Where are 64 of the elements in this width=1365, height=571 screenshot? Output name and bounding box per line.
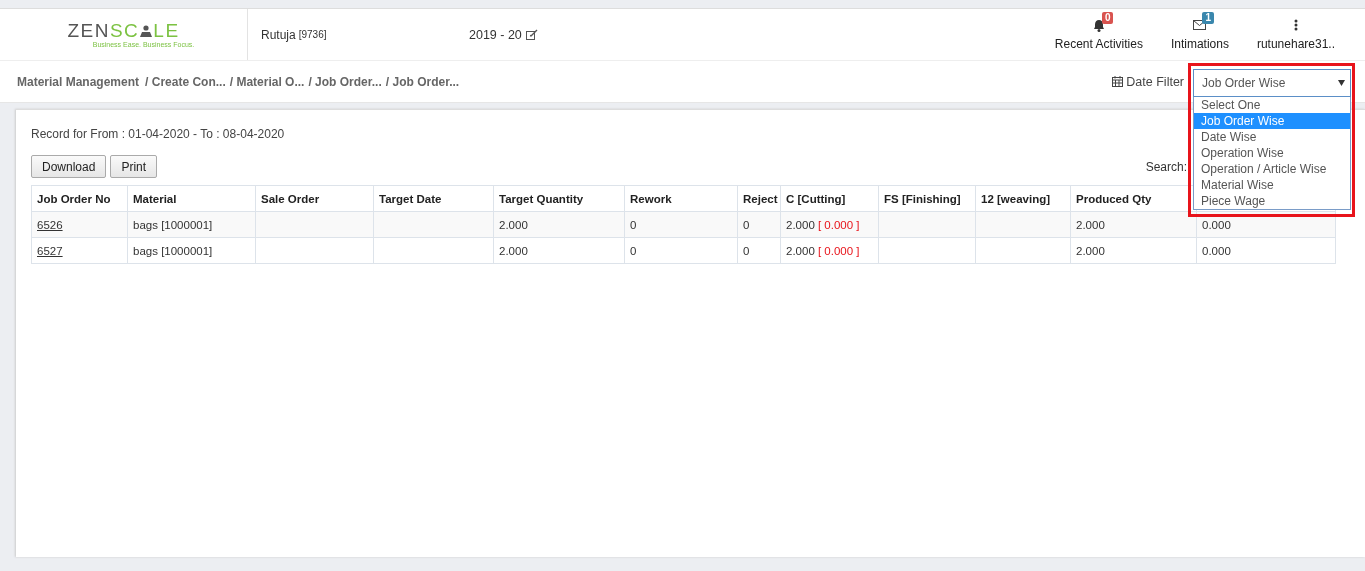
table-cell: 0 xyxy=(624,237,738,264)
breadcrumb-link[interactable]: / Material O... xyxy=(229,74,305,89)
action-label: Intimations xyxy=(1170,36,1229,51)
date-filter-label: Date Filter xyxy=(1126,74,1184,89)
table-cell: 0 xyxy=(737,237,781,264)
dropdown-option[interactable]: Operation / Article Wise xyxy=(1194,160,1350,177)
column-header: 12 [weaving] xyxy=(975,185,1071,212)
table-cell: bags [1000001] xyxy=(127,211,256,238)
breadcrumb-link[interactable]: / Create Con... xyxy=(145,74,226,89)
dropdown-option[interactable]: Piece Wage xyxy=(1194,192,1350,209)
quantity-text: 2.000 xyxy=(786,218,815,231)
header-action[interactable]: 0 Recent Activities xyxy=(1040,9,1157,60)
dropdown-option[interactable]: Material Wise xyxy=(1194,176,1350,193)
column-header: C [Cutting] xyxy=(780,185,879,212)
header-action[interactable]: 1 Intimations xyxy=(1156,9,1243,60)
bell-icon xyxy=(1092,18,1105,32)
order-number-link[interactable]: 6526 xyxy=(37,218,63,231)
user-name: Rutuja xyxy=(261,27,296,42)
logo-text: ZEN xyxy=(67,21,110,41)
column-header: Rework xyxy=(624,185,738,212)
logo-text: LE xyxy=(153,21,180,41)
financial-year: 2019 - 20 xyxy=(469,27,522,42)
column-header: Material xyxy=(127,185,256,212)
column-header: Target Date xyxy=(373,185,494,212)
breadcrumb-section[interactable]: Material Management xyxy=(17,74,140,89)
table-cell: 2.000 xyxy=(493,237,625,264)
action-label: rutunehare31.. xyxy=(1256,36,1335,51)
reject-quantity: [ 0.000 ] xyxy=(818,244,860,257)
logo-text: SC xyxy=(109,21,140,41)
envelope-icon xyxy=(1193,20,1207,30)
table-cell: 2.000 xyxy=(1070,211,1197,238)
toolbar-button[interactable]: Print xyxy=(110,155,158,178)
table-cell: 0.000 xyxy=(1196,237,1336,264)
calendar-icon xyxy=(1112,76,1124,87)
action-label: Recent Activities xyxy=(1054,36,1143,51)
quantity-text: 2.000 xyxy=(786,244,815,257)
breadcrumb-link[interactable]: / Job Order... xyxy=(308,74,382,89)
column-header: Sale Order xyxy=(255,185,374,212)
table-cell: 0 xyxy=(624,211,738,238)
column-header: Target Quantity xyxy=(493,185,625,212)
count-badge: 0 xyxy=(1101,11,1114,24)
table-cell: 2.000 xyxy=(493,211,625,238)
table-cell: 2.000 xyxy=(1070,237,1197,264)
header-action[interactable]: rutunehare31.. xyxy=(1242,9,1365,60)
breadcrumb-link[interactable]: / Job Order... xyxy=(385,74,460,89)
record-range-text: Record for From : 01-04-2020 - To : 08-04-2020 xyxy=(31,127,285,141)
dropdown-option[interactable]: Select One xyxy=(1194,96,1350,113)
filter-select[interactable]: Job Order Wise xyxy=(1193,68,1351,97)
user-code: [9736] xyxy=(298,29,327,40)
count-badge: 1 xyxy=(1202,11,1214,24)
person-icon xyxy=(139,24,154,38)
dropdown-caret-icon xyxy=(1338,79,1345,86)
order-number-link[interactable]: 6527 xyxy=(37,244,63,257)
reject-quantity: [ 0.000 ] xyxy=(818,218,860,231)
dropdown-option[interactable]: Operation Wise xyxy=(1194,144,1350,161)
kebab-menu-icon xyxy=(1293,19,1298,31)
toolbar-button[interactable]: Download xyxy=(31,155,107,178)
column-header: Reject xyxy=(737,185,781,212)
dropdown-option[interactable]: Date Wise xyxy=(1194,128,1350,145)
column-header: Job Order No xyxy=(31,185,128,212)
edit-icon xyxy=(525,29,538,40)
table-cell: bags [1000001] xyxy=(127,237,256,264)
search-label: Search: xyxy=(1145,159,1187,174)
column-header: FS [Finishing] xyxy=(878,185,976,212)
